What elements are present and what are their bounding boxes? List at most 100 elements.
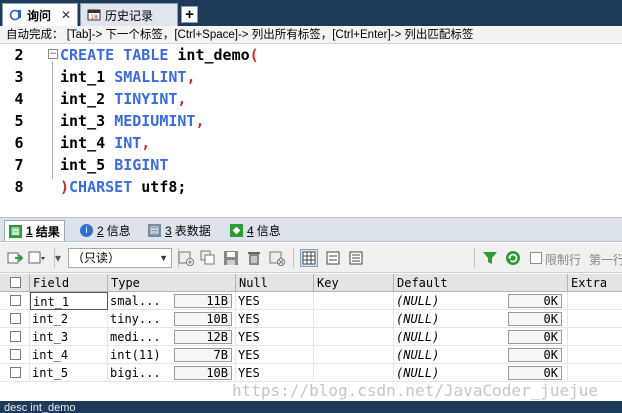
cell-extra[interactable] — [568, 292, 622, 310]
grid-view-icon[interactable] — [300, 249, 318, 267]
default-size-badge[interactable]: 0K — [508, 348, 562, 362]
editor-line[interactable]: 2 CREATE TABLE int_demo( — [0, 44, 622, 66]
type-size-badge[interactable]: 7B — [174, 348, 232, 362]
type-size-badge[interactable]: 12B — [174, 330, 232, 344]
text-view-icon[interactable] — [347, 249, 365, 267]
cell-field[interactable]: int_3 — [30, 328, 108, 346]
editor-line[interactable]: 7 int_5 BIGINT — [0, 154, 622, 176]
line-number: 6 — [14, 134, 24, 152]
default-size-badge[interactable]: 0K — [508, 330, 562, 344]
cell-extra[interactable] — [568, 364, 622, 382]
sql-keyword: BIGINT — [114, 156, 169, 174]
cell-null[interactable]: YES — [236, 328, 314, 346]
cell-null[interactable]: YES — [236, 310, 314, 328]
delete-icon[interactable] — [245, 249, 263, 267]
add-tab-button[interactable]: + — [181, 6, 198, 23]
editor-line[interactable]: 3 int_1 SMALLINT, — [0, 66, 622, 88]
cell-default[interactable]: (NULL) 0K — [394, 328, 568, 346]
default-size-badge[interactable]: 0K — [508, 366, 562, 380]
tab-table-data[interactable]: ▤ 3 表数据 — [144, 220, 215, 241]
row-select-cell[interactable] — [0, 364, 30, 382]
editor-line[interactable]: 5 int_3 MEDIUMINT, — [0, 110, 622, 132]
tab-result[interactable]: ▦ 1 结果 — [4, 220, 65, 241]
cell-extra[interactable] — [568, 310, 622, 328]
editor-line[interactable]: 4 int_2 TINYINT, — [0, 88, 622, 110]
cell-field[interactable]: int_5 — [30, 364, 108, 382]
cell-default[interactable]: (NULL) 0K — [394, 364, 568, 382]
tab-info-detail[interactable]: ◆ 4 信息 — [226, 220, 285, 241]
form-view-icon[interactable] — [324, 249, 342, 267]
header-default[interactable]: Default — [394, 274, 568, 292]
cell-key[interactable] — [314, 310, 394, 328]
toolbar-separator — [474, 248, 475, 268]
header-field[interactable]: Field — [30, 274, 108, 292]
tab-history[interactable]: 18 历史记录 — [80, 3, 178, 26]
cell-extra[interactable] — [568, 346, 622, 364]
default-size-badge[interactable]: 0K — [508, 312, 562, 326]
close-icon[interactable]: ✕ — [61, 8, 71, 22]
type-size-badge[interactable]: 11B — [174, 294, 232, 308]
cell-key[interactable] — [314, 364, 394, 382]
cancel-changes-icon[interactable] — [268, 249, 286, 267]
header-select-all[interactable] — [0, 274, 30, 292]
header-key[interactable]: Key — [314, 274, 394, 292]
cell-field[interactable]: int_2 — [30, 310, 108, 328]
filter-icon[interactable] — [481, 249, 499, 267]
select-all-checkbox[interactable] — [10, 277, 21, 288]
cell-default[interactable]: (NULL) 0K — [394, 292, 568, 310]
cell-type[interactable]: tiny... 10B — [108, 310, 236, 328]
type-size-badge[interactable]: 10B — [174, 366, 232, 380]
row-select-cell[interactable] — [0, 310, 30, 328]
row-checkbox[interactable] — [10, 349, 21, 360]
table-row[interactable]: int_1 smal... 11B YES (NULL) 0K — [0, 292, 622, 310]
cell-field[interactable]: int_1 — [30, 292, 108, 310]
chevron-down-icon[interactable]: ▾ — [52, 249, 64, 267]
table-row[interactable]: int_4 int(11) 7B YES (NULL) 0K — [0, 346, 622, 364]
tab-info[interactable]: i 2 信息 — [76, 220, 135, 241]
cell-default-text: (NULL) — [396, 294, 440, 308]
cell-null[interactable]: YES — [236, 292, 314, 310]
svg-text:18: 18 — [90, 14, 98, 21]
table-row[interactable]: int_5 bigi... 10B YES (NULL) 0K — [0, 364, 622, 382]
duplicate-row-icon[interactable] — [199, 249, 217, 267]
sql-editor[interactable]: − 2 CREATE TABLE int_demo(3 int_1 SMALLINT… — [0, 44, 622, 196]
tab-query[interactable]: 询问 ✕ — [2, 3, 78, 26]
sql-keyword: INT — [114, 134, 142, 152]
editor-line[interactable]: 6 int_4 INT, — [0, 132, 622, 154]
cell-key[interactable] — [314, 328, 394, 346]
table-row[interactable]: int_3 medi... 12B YES (NULL) 0K — [0, 328, 622, 346]
row-select-cell[interactable] — [0, 292, 30, 310]
type-size-badge[interactable]: 10B — [174, 312, 232, 326]
cell-type[interactable]: int(11) 7B — [108, 346, 236, 364]
cell-null[interactable]: YES — [236, 346, 314, 364]
result-mode-select[interactable]: （只读） ▼ — [68, 248, 172, 268]
cell-extra[interactable] — [568, 328, 622, 346]
save-icon[interactable] — [222, 249, 240, 267]
cell-default[interactable]: (NULL) 0K — [394, 346, 568, 364]
header-null[interactable]: Null — [236, 274, 314, 292]
row-checkbox[interactable] — [10, 295, 21, 306]
grid-menu-icon[interactable] — [28, 249, 46, 267]
row-select-cell[interactable] — [0, 346, 30, 364]
cell-field[interactable]: int_4 — [30, 346, 108, 364]
cell-null[interactable]: YES — [236, 364, 314, 382]
row-checkbox[interactable] — [10, 331, 21, 342]
cell-type[interactable]: smal... 11B — [108, 292, 236, 310]
editor-line[interactable]: 8)CHARSET utf8; — [0, 176, 622, 198]
cell-type[interactable]: bigi... 10B — [108, 364, 236, 382]
row-checkbox[interactable] — [10, 313, 21, 324]
cell-key[interactable] — [314, 292, 394, 310]
row-checkbox[interactable] — [10, 367, 21, 378]
header-extra[interactable]: Extra — [568, 274, 622, 292]
header-type[interactable]: Type — [108, 274, 236, 292]
refresh-icon[interactable] — [504, 249, 522, 267]
cell-type[interactable]: medi... 12B — [108, 328, 236, 346]
default-size-badge[interactable]: 0K — [508, 294, 562, 308]
limit-rows-checkbox[interactable] — [530, 252, 542, 264]
table-row[interactable]: int_2 tiny... 10B YES (NULL) 0K — [0, 310, 622, 328]
export-icon[interactable] — [6, 249, 24, 267]
cell-default[interactable]: (NULL) 0K — [394, 310, 568, 328]
insert-row-icon[interactable] — [177, 249, 195, 267]
row-select-cell[interactable] — [0, 328, 30, 346]
cell-key[interactable] — [314, 346, 394, 364]
